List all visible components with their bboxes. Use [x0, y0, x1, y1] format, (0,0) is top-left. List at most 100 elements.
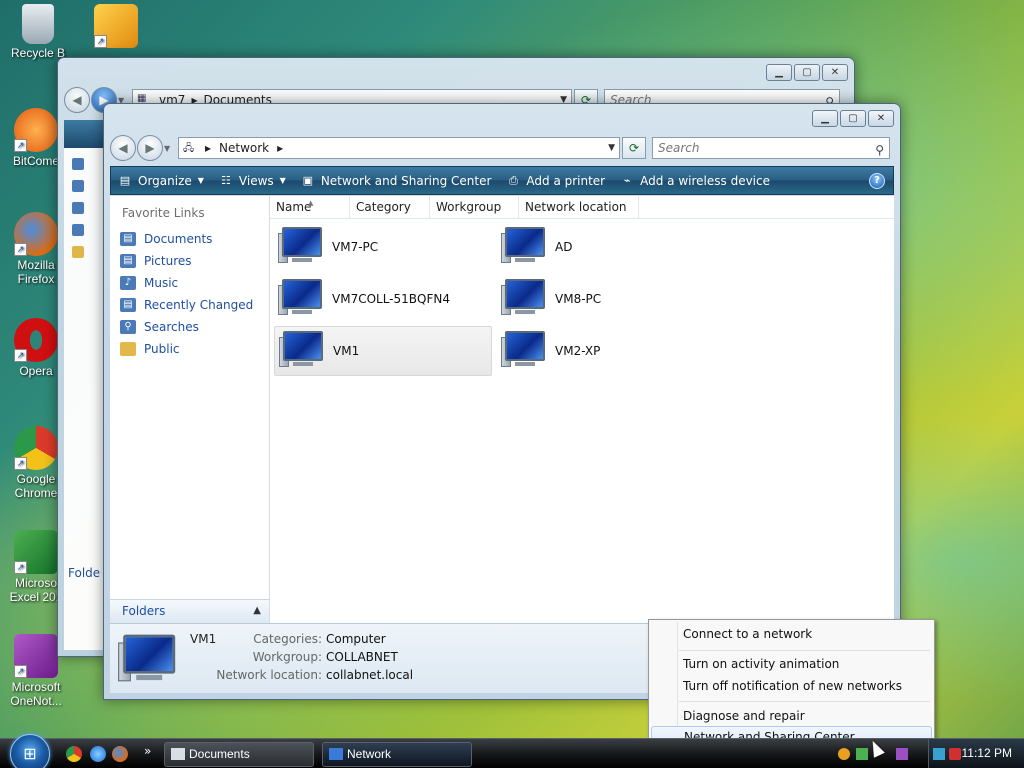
help-icon[interactable]: ?: [869, 173, 885, 189]
shortcut-arrow-icon: ↗: [14, 139, 27, 152]
favorite-music[interactable]: ♪ Music: [110, 272, 269, 294]
network-center-icon: ▣: [302, 173, 314, 187]
details-workgroup: Workgroup: COLLABNET: [252, 650, 398, 664]
back-command-bar: [64, 120, 104, 148]
public-folder-icon: [120, 342, 136, 356]
organize-button[interactable]: ▤ Organize ▼: [117, 174, 204, 188]
taskbar-button-documents[interactable]: Documents: [164, 742, 314, 767]
desktop-icon-recycle-bin[interactable]: Recycle B: [2, 4, 74, 60]
clock[interactable]: 11:12 PM: [962, 746, 1012, 760]
favorite-searches[interactable]: ⚲ Searches: [110, 316, 269, 338]
refresh-button[interactable]: ⟳: [622, 137, 646, 159]
printer-icon: ⎙: [508, 173, 518, 187]
shortcut-arrow-icon: ↗: [14, 457, 27, 470]
shortcut-arrow-icon: ↗: [14, 561, 27, 574]
tray-app-icon[interactable]: [856, 748, 868, 760]
minimize-button[interactable]: ▁: [812, 110, 838, 127]
column-network-location[interactable]: Network location: [519, 196, 639, 218]
views-icon: ☷: [220, 173, 231, 187]
favorite-documents[interactable]: ▤ Documents: [110, 228, 269, 250]
network-items-pane[interactable]: ▲ Name Category Workgroup Network locati…: [270, 196, 894, 623]
outlook-icon: ↗: [94, 4, 138, 48]
close-button[interactable]: ✕: [868, 110, 894, 127]
back-button[interactable]: ◀: [64, 87, 90, 113]
shortcut-arrow-icon: ↗: [94, 35, 107, 48]
documents-icon: ▤: [120, 232, 136, 246]
computer-item[interactable]: VM2-XP: [497, 326, 715, 376]
details-network-location: Network location: collabnet.local: [216, 668, 414, 682]
command-bar: ▤ Organize ▼ ☷ Views ▼ ▣ Network and Sha…: [110, 166, 894, 195]
taskbar-button-network[interactable]: Network: [322, 742, 472, 767]
back-button[interactable]: ◀: [110, 135, 136, 161]
folders-toggle[interactable]: Folders ▲: [110, 599, 269, 623]
column-workgroup[interactable]: Workgroup: [430, 196, 519, 218]
chevron-down-icon: ▼: [279, 176, 286, 185]
forward-button[interactable]: ▶: [137, 135, 163, 161]
chrome-quicklaunch-icon[interactable]: [66, 746, 82, 762]
network-window[interactable]: ▁ ▢ ✕ ◀ ▶ ▼ 🖧 ▸ Network ▸ ▼ ⟳ Search ⚲ ▤…: [103, 103, 901, 700]
network-tray-context-menu: Connect to a network Turn on activity an…: [648, 619, 935, 749]
favorite-recently-changed[interactable]: ▤ Recently Changed: [110, 294, 269, 316]
column-headers: ▲ Name Category Workgroup Network locati…: [270, 196, 894, 219]
breadcrumb-separator-icon[interactable]: ▸: [277, 141, 283, 155]
computer-item[interactable]: VM8-PC: [497, 274, 715, 324]
shortcut-arrow-icon: ↗: [14, 349, 27, 362]
computer-item[interactable]: AD: [497, 222, 715, 272]
volume-muted-icon[interactable]: [949, 748, 961, 760]
search-input[interactable]: Search ⚲: [652, 137, 890, 159]
history-dropdown-icon[interactable]: ▼: [164, 144, 174, 153]
favorite-public[interactable]: Public: [110, 338, 269, 360]
desktop-icon-label: Google Chrome: [14, 472, 58, 500]
quicklaunch-overflow-icon[interactable]: »: [144, 744, 151, 758]
menu-item-activity-animation[interactable]: Turn on activity animation: [651, 653, 932, 675]
favorite-pictures[interactable]: ▤ Pictures: [110, 250, 269, 272]
menu-item-connect-to-network[interactable]: Connect to a network: [651, 623, 932, 645]
column-name[interactable]: ▲ Name: [270, 196, 350, 218]
internet-explorer-icon[interactable]: [90, 746, 106, 762]
address-bar[interactable]: 🖧 ▸ Network ▸ ▼: [178, 137, 620, 159]
address-segment-network[interactable]: Network: [219, 141, 269, 155]
computer-item[interactable]: VM7COLL-51BQFN4: [274, 274, 492, 324]
network-tray-icon[interactable]: [933, 748, 945, 760]
chevron-down-icon: ▼: [197, 176, 204, 185]
desktop-icon-label: Microsoft OneNot...: [10, 680, 62, 708]
breadcrumb-separator-icon[interactable]: ▸: [205, 141, 211, 155]
maximize-button[interactable]: ▢: [794, 64, 820, 81]
computer-item-selected[interactable]: VM1: [274, 326, 492, 376]
close-button[interactable]: ✕: [822, 64, 848, 81]
network-icon: 🖧: [183, 143, 195, 154]
caption-buttons: ▁ ▢ ✕: [766, 64, 848, 81]
desktop-icon-label: BitCome: [12, 154, 59, 168]
add-wireless-device-button[interactable]: ⌁ Add a wireless device: [619, 174, 770, 188]
system-tray: 11:12 PM: [928, 739, 1024, 768]
computer-name: VM2-XP: [555, 344, 601, 358]
menu-separator: [679, 650, 930, 651]
maximize-button[interactable]: ▢: [840, 110, 866, 127]
network-icon: [329, 748, 343, 760]
views-button[interactable]: ☷ Views ▼: [218, 174, 286, 188]
address-row: ◀ ▶ ▼ 🖧 ▸ Network ▸ ▼ ⟳ Search ⚲: [110, 134, 894, 162]
menu-item-notification-toggle[interactable]: Turn off notification of new networks: [651, 675, 932, 697]
firefox-quicklaunch-icon[interactable]: [112, 746, 128, 762]
computer-item[interactable]: VM7-PC: [274, 222, 492, 272]
computer-name: VM8-PC: [555, 292, 602, 306]
computer-name: VM7-PC: [332, 240, 379, 254]
tray-app-icon[interactable]: [896, 748, 908, 760]
desktop-icon-outlook[interactable]: ↗: [80, 4, 152, 50]
folders-label[interactable]: Folde: [68, 566, 100, 580]
add-printer-button[interactable]: ⎙ Add a printer: [505, 174, 605, 188]
computer-name: VM1: [333, 344, 360, 358]
minimize-button[interactable]: ▁: [766, 64, 792, 81]
tray-warning-icon[interactable]: [838, 748, 850, 760]
column-category[interactable]: Category: [350, 196, 430, 218]
folder-icon: [171, 748, 185, 760]
search-icon[interactable]: ⚲: [875, 140, 884, 160]
menu-item-diagnose-repair[interactable]: Diagnose and repair: [651, 705, 932, 727]
computer-icon: [278, 277, 326, 321]
sort-ascending-icon: ▲: [308, 199, 314, 207]
address-dropdown-icon[interactable]: ▼: [608, 143, 615, 153]
wireless-device-icon: ⌁: [623, 173, 631, 187]
computer-icon: [278, 225, 326, 269]
network-sharing-center-button[interactable]: ▣ Network and Sharing Center: [300, 174, 492, 188]
start-button[interactable]: ⊞: [10, 734, 50, 768]
